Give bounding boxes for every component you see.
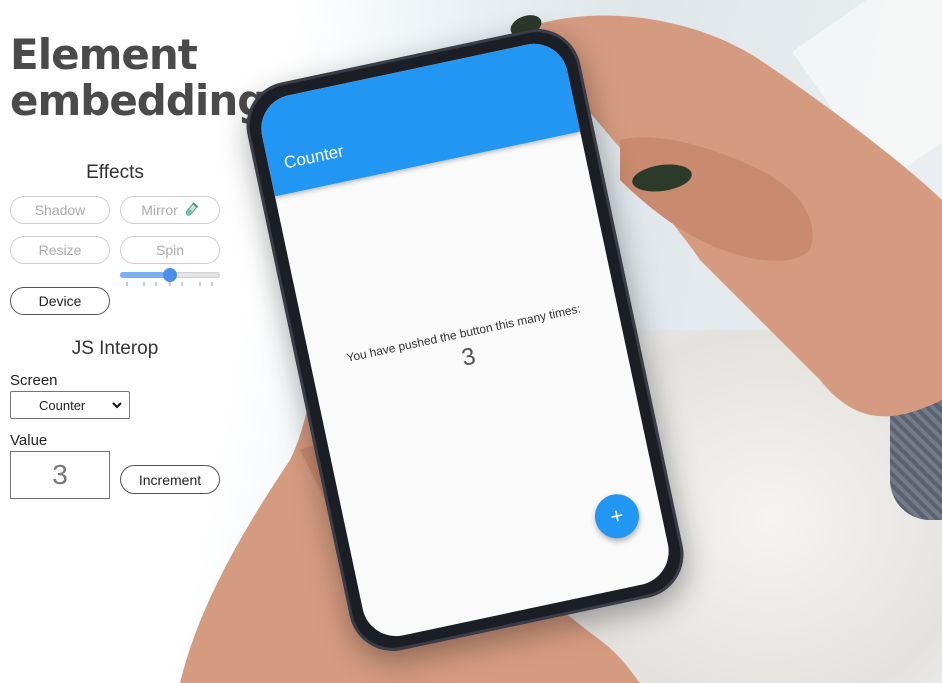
value-input-text: 3	[52, 459, 68, 490]
spin-button[interactable]: Spin	[120, 236, 220, 264]
increment-button[interactable]: Increment	[120, 465, 220, 494]
device-button-label: Device	[38, 293, 82, 309]
title-line-1: Element	[10, 30, 198, 79]
shadow-button[interactable]: Shadow	[10, 196, 110, 224]
device-button[interactable]: Device	[10, 287, 110, 315]
page-root: Element embedding Effects Shadow Mirror …	[0, 0, 942, 683]
screen-select-value: Counter	[39, 397, 86, 413]
chevron-down-icon	[111, 399, 123, 414]
slider-ticks	[126, 282, 213, 286]
mirror-button-label: Mirror	[141, 202, 178, 218]
value-input[interactable]: 3	[10, 451, 110, 499]
plus-icon: +	[607, 502, 626, 530]
resize-button[interactable]: Resize	[10, 236, 110, 264]
effects-heading: Effects	[86, 162, 144, 183]
increment-button-label: Increment	[138, 471, 202, 488]
spin-button-label: Spin	[155, 242, 185, 258]
slider-thumb[interactable]	[163, 268, 177, 282]
increment-fab[interactable]: +	[590, 490, 644, 543]
page-title: Element embedding	[10, 30, 267, 125]
title-line-2: embedding	[10, 76, 267, 125]
screen-select[interactable]: Counter	[10, 391, 130, 419]
test-tube-icon	[183, 202, 199, 218]
resize-button-label: Resize	[38, 242, 82, 258]
mirror-button[interactable]: Mirror	[120, 196, 220, 224]
screen-label: Screen	[10, 372, 58, 389]
spin-slider[interactable]	[120, 268, 220, 288]
shadow-button-label: Shadow	[34, 202, 86, 218]
js-interop-heading: JS Interop	[71, 338, 159, 359]
value-label: Value	[10, 432, 48, 449]
app-bar-title: Counter	[282, 141, 346, 173]
